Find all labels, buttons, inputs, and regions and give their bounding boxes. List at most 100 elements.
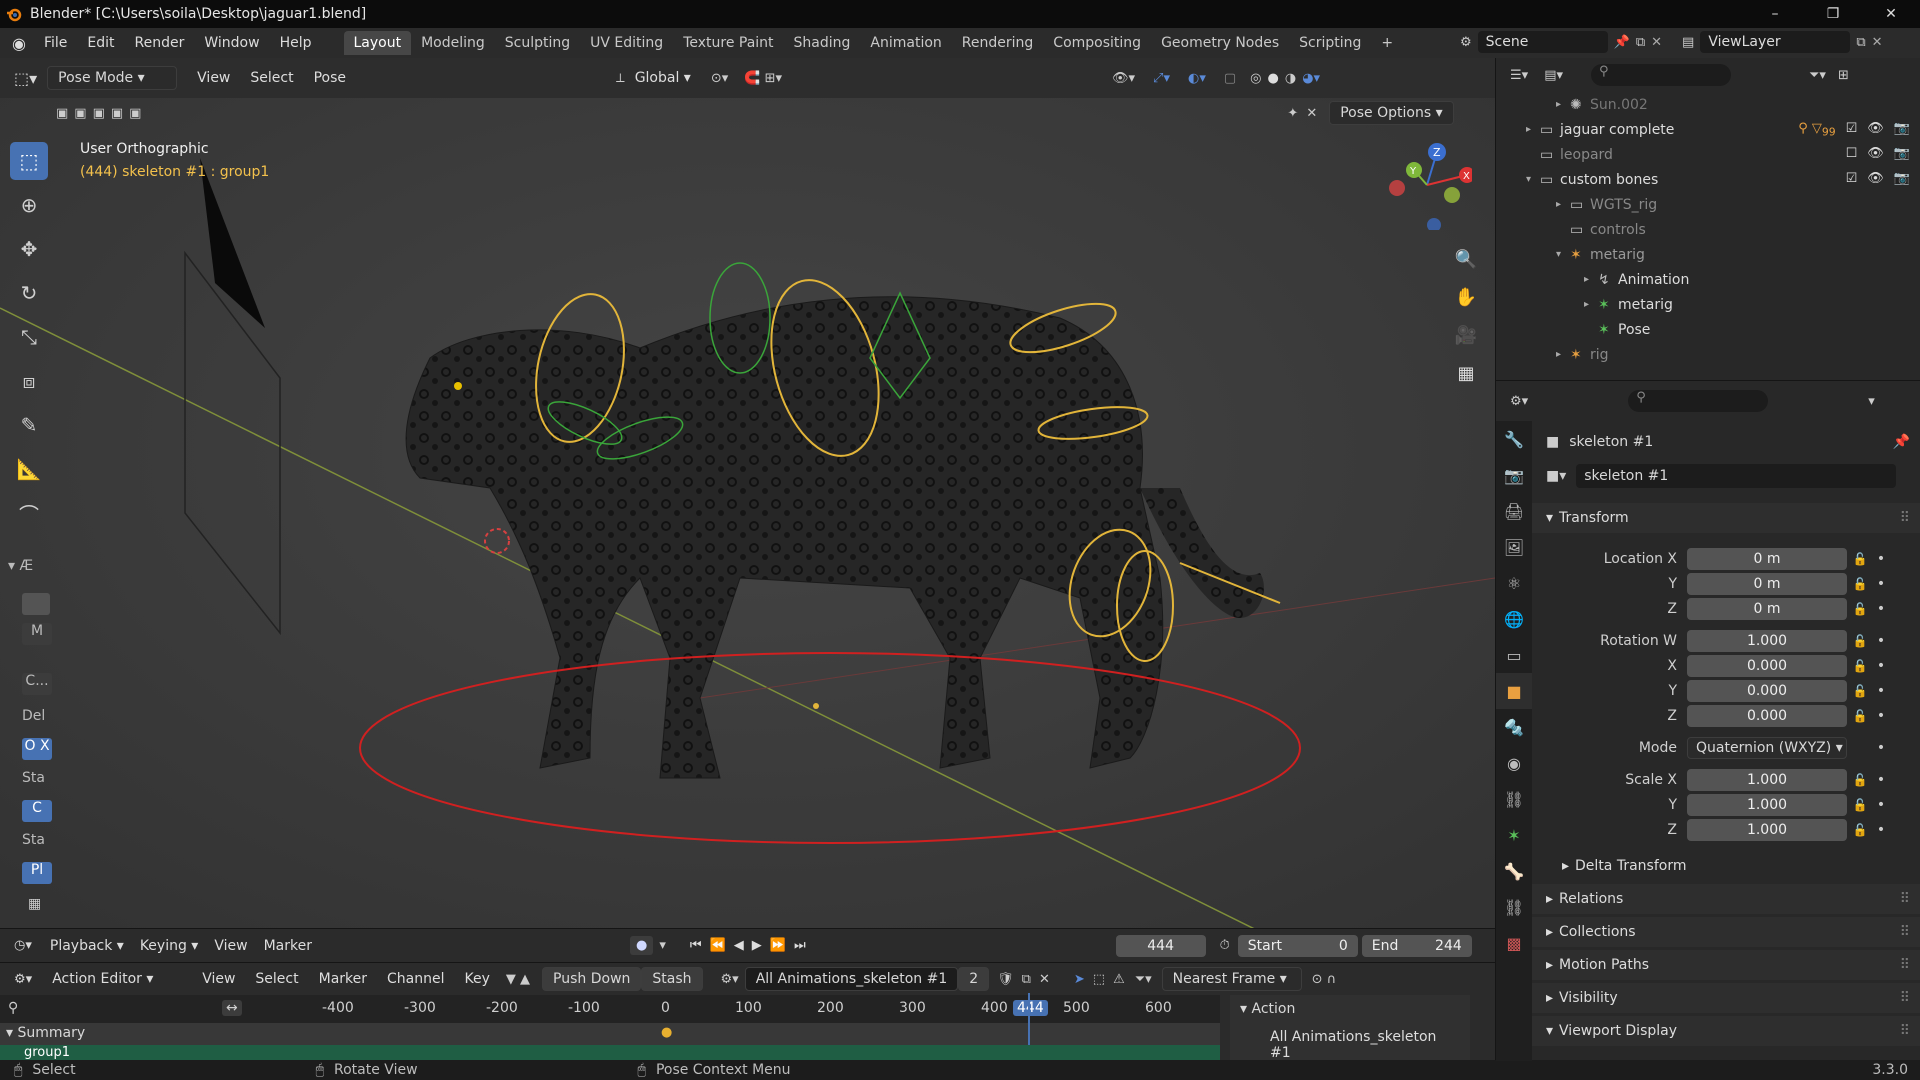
mode-dropdown[interactable]: Pose Mode ▾ [47, 66, 178, 90]
unlink-action-icon[interactable]: ✕ [1039, 972, 1050, 987]
dopesheet-editor-icon[interactable]: ⚙▾ [0, 972, 42, 987]
blender-menu-icon[interactable]: ◉ [0, 34, 34, 53]
shading-rendered-icon[interactable]: ◕▾ [1302, 71, 1320, 86]
keyframe-dot-icon[interactable]: • [1873, 576, 1889, 592]
summary-channel[interactable]: ▾ Summary ● [0, 993, 1220, 1063]
move-tool-icon[interactable]: ✥ [10, 230, 48, 268]
motion-paths-panel[interactable]: ▸ Motion Paths ⠿ [1532, 950, 1920, 980]
mirror-x-icon[interactable]: ✕ [1306, 106, 1317, 121]
only-selected-icon[interactable]: ➤ [1074, 972, 1085, 987]
scene-name-field[interactable]: Scene [1477, 31, 1608, 53]
scale-x-field[interactable]: 1.000 [1687, 768, 1847, 791]
action-panel-title[interactable]: ▾ Action [1230, 995, 1470, 1023]
rotation-mode-dropdown[interactable]: Quaternion (WXYZ) ▾ [1687, 736, 1847, 759]
sidebar-slot-empty[interactable] [8, 593, 58, 619]
eye-icon[interactable]: 👁 [1867, 146, 1884, 161]
tab-compositing[interactable]: Compositing [1043, 31, 1151, 55]
timeline-editor-icon[interactable]: ◷▾ [0, 938, 42, 953]
next-keyframe-icon[interactable]: ⏩ [770, 938, 786, 953]
shading-wireframe-icon[interactable]: ◎ [1250, 71, 1261, 86]
current-frame-field[interactable]: 444 [1115, 934, 1206, 957]
outliner-row-wgts-rig[interactable]: ▸ ▭ WGTS_rig [1556, 192, 1657, 217]
properties-options-icon[interactable]: ▾ [1868, 394, 1875, 409]
camera-render-icon[interactable]: 📷 [1894, 146, 1910, 161]
viewport-menu-pose[interactable]: Pose [304, 70, 356, 86]
drag-handle-icon[interactable]: ⠿ [1900, 891, 1910, 907]
stash-button[interactable]: Stash [641, 967, 703, 991]
outliner-filter-icon[interactable]: ⏷▾ [1809, 68, 1826, 83]
rotation-w-field[interactable]: 1.000 [1687, 629, 1847, 652]
search-icon[interactable]: ⚲ [8, 1000, 18, 1016]
tab-sculpting[interactable]: Sculpting [495, 31, 580, 55]
outliner-row-metarig-data[interactable]: ▸ ✶ metarig [1584, 292, 1673, 317]
ae-menu-view[interactable]: View [192, 971, 245, 987]
sidebar-button-c2[interactable]: C [8, 800, 58, 822]
keyframe-dot-icon[interactable]: • [1873, 740, 1889, 756]
new-view-layer-icon[interactable]: ⧉ [1856, 35, 1865, 50]
view-layer-tab-icon[interactable]: 🖼 [1496, 529, 1532, 565]
outliner-row-rig[interactable]: ▸ ✶ rig [1556, 342, 1609, 367]
new-scene-icon[interactable]: ⧉ [1636, 35, 1645, 50]
keyframe-dot-icon[interactable]: • [1873, 822, 1889, 838]
display-mode-icon[interactable]: ▤▾ [1536, 68, 1571, 83]
keying-set-icon[interactable]: ▾ [659, 938, 666, 953]
start-frame-field[interactable]: Start 0 [1237, 934, 1358, 957]
sidebar-tab-sta-2[interactable]: Sta [8, 832, 58, 848]
snap-icon[interactable]: 🧲 ⊞▾ [744, 71, 782, 86]
sidebar-grid-icon[interactable]: ▦ [8, 896, 58, 912]
auto-normalize-icon[interactable]: ✦ [1287, 106, 1298, 121]
jump-start-icon[interactable]: ⏮ [690, 938, 702, 953]
keyframe-dot-icon[interactable]: • [1873, 772, 1889, 788]
modifier-tab-icon[interactable]: 🔩 [1496, 709, 1532, 745]
sidebar-heading[interactable]: ▾ Æ [8, 558, 58, 574]
keyframe-dot-icon[interactable]: • [1873, 658, 1889, 674]
play-reverse-icon[interactable]: ◀ [734, 938, 744, 953]
delete-scene-icon[interactable]: ✕ [1651, 35, 1662, 50]
rotation-y-field[interactable]: 0.000 [1687, 679, 1847, 702]
visible-checkbox[interactable]: ☑ [1846, 121, 1858, 139]
timeline-menu-playback[interactable]: Playback ▾ [42, 938, 132, 954]
end-frame-field[interactable]: End 244 [1361, 934, 1472, 957]
cursor-tool-icon[interactable]: ⊕ [10, 186, 48, 224]
outliner-row-sun[interactable]: ▸ ✺ Sun.002 [1556, 92, 1648, 117]
add-workspace-icon[interactable]: + [1371, 31, 1403, 55]
delete-view-layer-icon[interactable]: ✕ [1872, 35, 1883, 50]
drag-handle-icon[interactable]: ⠿ [1900, 1023, 1910, 1039]
menu-window[interactable]: Window [194, 35, 269, 51]
visible-checkbox[interactable]: ☐ [1846, 146, 1858, 161]
properties-editor[interactable]: ⚙▾ ⚲ ▾ 🔧 📷 🖨 🖼 ⚛ 🌐 ▭ ■ 🔩 ◉ ⛓ ✶ 🦴 ⛓ ▩ ■ s… [1495, 380, 1920, 1061]
navigation-gizmo[interactable]: Z X Y [1382, 140, 1472, 230]
scale-y-field[interactable]: 1.000 [1687, 793, 1847, 816]
sidebar-tab-del[interactable]: Del [8, 708, 58, 724]
lock-icon[interactable]: 🔓 [1847, 823, 1873, 837]
overlay-icon[interactable]: ◐▾ [1188, 71, 1206, 86]
outliner-editor-icon[interactable]: ☰▾ [1496, 68, 1536, 83]
rotate-tool-icon[interactable]: ↻ [10, 274, 48, 312]
pan-hand-icon[interactable]: ✋ [1450, 281, 1482, 313]
transform-panel-header[interactable]: ▾ Transform ⠿ [1532, 503, 1920, 533]
annotate-tool-icon[interactable]: ✎ [10, 406, 48, 444]
lock-icon[interactable]: 🔓 [1847, 684, 1873, 698]
collection-tab-icon[interactable]: ▭ [1496, 637, 1532, 673]
lock-icon[interactable]: 🔓 [1847, 634, 1873, 648]
lock-icon[interactable]: 🔓 [1847, 709, 1873, 723]
outliner-row-jaguar-complete[interactable]: ▸ ▭ jaguar complete [1526, 117, 1674, 142]
ortho-grid-icon[interactable]: ▦ [1450, 357, 1482, 389]
bone-constraint-tab-icon[interactable]: ⛓ [1496, 889, 1532, 925]
push-down-button[interactable]: Push Down [542, 967, 642, 991]
constraint-tab-icon[interactable]: ⛓ [1496, 781, 1532, 817]
tab-rendering[interactable]: Rendering [952, 31, 1044, 55]
action-editor-mode-dropdown[interactable]: Action Editor ▾ [42, 971, 192, 987]
scene-tab-icon[interactable]: ⚛ [1496, 565, 1532, 601]
camera-view-icon[interactable]: 🎥 [1450, 319, 1482, 351]
keyframe-dot-icon[interactable]: • [1873, 633, 1889, 649]
viewport-display-panel[interactable]: ▾ Viewport Display ⠿ [1532, 1016, 1920, 1046]
object-tab-icon[interactable]: ■ [1496, 673, 1532, 709]
action-panel-action[interactable]: All Animations_skeleton #1 [1230, 1023, 1470, 1061]
outliner-row-animation[interactable]: ▸ ↯ Animation [1584, 267, 1689, 292]
location-z-field[interactable]: 0 m [1687, 597, 1847, 620]
tab-shading[interactable]: Shading [784, 31, 861, 55]
outliner-row-controls[interactable]: ▭ controls [1556, 217, 1646, 242]
menu-edit[interactable]: Edit [77, 35, 124, 51]
texture-tab-icon[interactable]: ▩ [1496, 925, 1532, 961]
